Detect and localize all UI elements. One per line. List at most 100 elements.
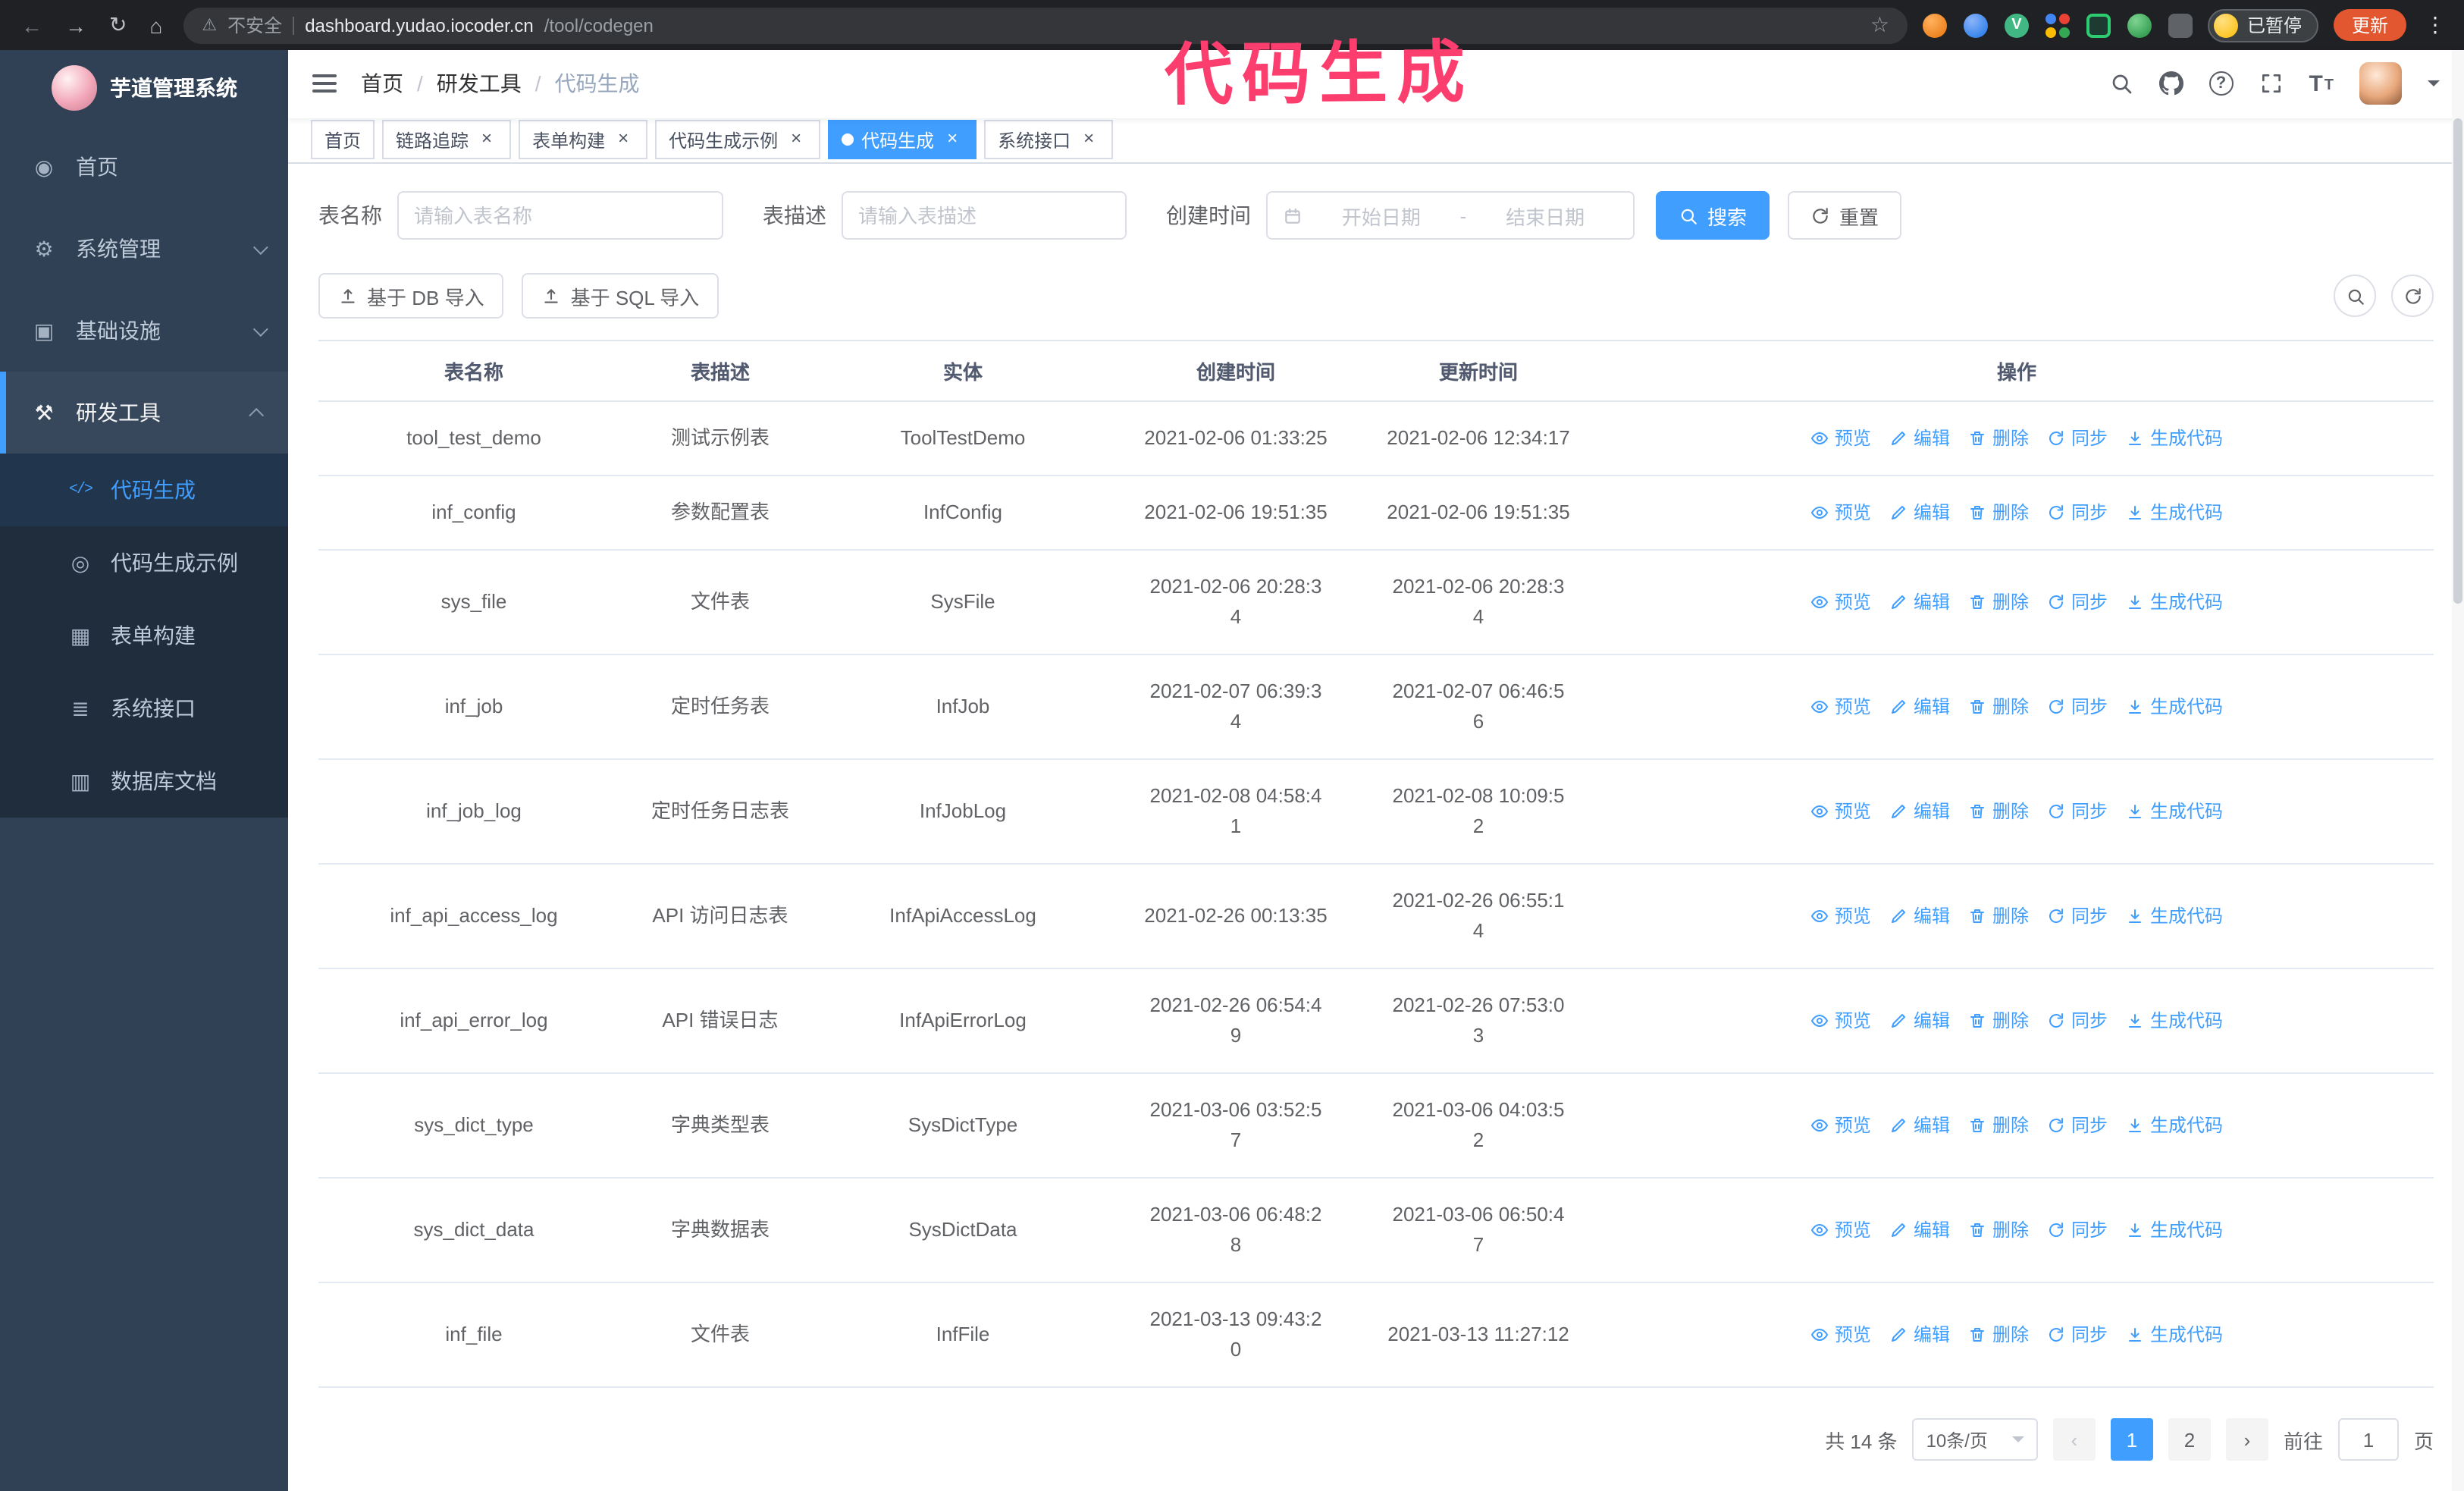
preview-link[interactable]: 预览	[1810, 796, 1871, 827]
sidebar-item-codegen[interactable]: </> 代码生成	[0, 454, 288, 526]
preview-link[interactable]: 预览	[1810, 423, 1871, 454]
generate-code-link[interactable]: 生成代码	[2126, 796, 2223, 827]
sidebar-item-dev-tools[interactable]: ⚒ 研发工具	[0, 372, 288, 454]
edit-link[interactable]: 编辑	[1889, 1110, 1950, 1141]
sidebar-item-infra[interactable]: ▣ 基础设施	[0, 290, 288, 372]
page-button-2[interactable]: 2	[2168, 1418, 2211, 1461]
tab-codegen-example[interactable]: 代码生成示例 ×	[655, 120, 821, 160]
sidebar-item-system-api[interactable]: ≣ 系统接口	[0, 672, 288, 745]
sync-link[interactable]: 同步	[2047, 498, 2108, 528]
prev-page-button[interactable]: ‹	[2052, 1418, 2096, 1461]
bookmark-star-icon[interactable]: ☆	[1870, 12, 1889, 38]
toggle-search-button[interactable]	[2334, 275, 2376, 317]
people-extension-icon[interactable]	[2045, 13, 2070, 37]
edit-link[interactable]: 编辑	[1889, 587, 1950, 617]
search-button[interactable]: 搜索	[1656, 191, 1770, 240]
generate-code-link[interactable]: 生成代码	[2126, 692, 2223, 722]
delete-link[interactable]: 删除	[1968, 1215, 2029, 1245]
edit-link[interactable]: 编辑	[1889, 1006, 1950, 1036]
generate-code-link[interactable]: 生成代码	[2126, 1215, 2223, 1245]
scrollbar-track[interactable]	[2452, 50, 2464, 1491]
delete-link[interactable]: 删除	[1968, 423, 2029, 454]
generate-code-link[interactable]: 生成代码	[2126, 423, 2223, 454]
edit-link[interactable]: 编辑	[1889, 901, 1950, 931]
search-icon[interactable]	[2108, 72, 2133, 96]
goto-page-input[interactable]	[2337, 1418, 2399, 1461]
preview-link[interactable]: 预览	[1810, 901, 1871, 931]
scrollbar-thumb[interactable]	[2453, 118, 2462, 604]
close-icon[interactable]: ×	[613, 130, 634, 151]
delete-link[interactable]: 删除	[1968, 1320, 2029, 1350]
forward-button[interactable]: →	[65, 13, 86, 37]
sidebar-item-db-doc[interactable]: ▥ 数据库文档	[0, 745, 288, 818]
reset-button[interactable]: 重置	[1788, 191, 1902, 240]
sync-link[interactable]: 同步	[2047, 796, 2108, 827]
fullscreen-icon[interactable]	[2259, 72, 2283, 96]
sync-link[interactable]: 同步	[2047, 692, 2108, 722]
close-icon[interactable]: ×	[942, 130, 963, 151]
puzzle-extensions-icon[interactable]	[2168, 13, 2193, 37]
delete-link[interactable]: 删除	[1968, 587, 2029, 617]
leaf-extension-icon[interactable]	[2127, 13, 2152, 37]
generate-code-link[interactable]: 生成代码	[2126, 1110, 2223, 1141]
user-avatar[interactable]	[2359, 62, 2402, 105]
edit-link[interactable]: 编辑	[1889, 1320, 1950, 1350]
vue-devtools-extension-icon[interactable]: V	[2004, 13, 2029, 37]
edit-link[interactable]: 编辑	[1889, 796, 1950, 827]
edit-link[interactable]: 编辑	[1889, 423, 1950, 454]
screenshot-extension-icon[interactable]	[2086, 13, 2111, 37]
sync-link[interactable]: 同步	[2047, 1110, 2108, 1141]
close-icon[interactable]: ×	[785, 130, 807, 151]
preview-link[interactable]: 预览	[1810, 498, 1871, 528]
font-size-icon[interactable]: TT	[2309, 73, 2334, 96]
table-name-input[interactable]	[397, 191, 723, 240]
drop-extension-icon[interactable]	[1963, 13, 1988, 37]
import-sql-button[interactable]: 基于 SQL 导入	[522, 273, 719, 319]
edit-link[interactable]: 编辑	[1889, 692, 1950, 722]
table-desc-input[interactable]	[842, 191, 1127, 240]
hamburger-menu-icon[interactable]	[312, 71, 337, 98]
edit-link[interactable]: 编辑	[1889, 1215, 1950, 1245]
preview-link[interactable]: 预览	[1810, 1215, 1871, 1245]
url-bar[interactable]: ⚠ 不安全 dashboard.yudao.iocoder.cn/tool/co…	[183, 7, 1908, 43]
generate-code-link[interactable]: 生成代码	[2126, 1320, 2223, 1350]
sync-link[interactable]: 同步	[2047, 587, 2108, 617]
edit-link[interactable]: 编辑	[1889, 498, 1950, 528]
breadcrumb-home[interactable]: 首页	[361, 69, 403, 99]
preview-link[interactable]: 预览	[1810, 587, 1871, 617]
tab-system-api[interactable]: 系统接口 ×	[984, 120, 1114, 160]
home-button[interactable]: ⌂	[149, 13, 162, 37]
page-button-1[interactable]: 1	[2110, 1418, 2153, 1461]
delete-link[interactable]: 删除	[1968, 692, 2029, 722]
help-icon[interactable]: ?	[2209, 71, 2234, 96]
preview-link[interactable]: 预览	[1810, 1006, 1871, 1036]
close-icon[interactable]: ×	[1078, 130, 1099, 151]
chevron-down-icon[interactable]	[2428, 80, 2440, 93]
refresh-table-button[interactable]	[2391, 275, 2434, 317]
generate-code-link[interactable]: 生成代码	[2126, 587, 2223, 617]
generate-code-link[interactable]: 生成代码	[2126, 1006, 2223, 1036]
sidebar-item-form-builder[interactable]: ▦ 表单构建	[0, 599, 288, 672]
sync-link[interactable]: 同步	[2047, 1320, 2108, 1350]
menu-kebab-icon[interactable]: ⋮	[2422, 12, 2449, 38]
breadcrumb-dev-tools[interactable]: 研发工具	[437, 69, 522, 99]
preview-link[interactable]: 预览	[1810, 1110, 1871, 1141]
generate-code-link[interactable]: 生成代码	[2126, 498, 2223, 528]
sync-link[interactable]: 同步	[2047, 423, 2108, 454]
sidebar-item-home[interactable]: ◉ 首页	[0, 126, 288, 208]
tab-form-builder[interactable]: 表单构建 ×	[519, 120, 648, 160]
next-page-button[interactable]: ›	[2225, 1418, 2268, 1461]
delete-link[interactable]: 删除	[1968, 498, 2029, 528]
reload-button[interactable]: ↻	[109, 12, 127, 38]
fox-extension-icon[interactable]	[1922, 13, 1947, 37]
sidebar-item-codegen-example[interactable]: ◎ 代码生成示例	[0, 526, 288, 599]
tab-home[interactable]: 首页	[311, 120, 375, 160]
delete-link[interactable]: 删除	[1968, 1006, 2029, 1036]
preview-link[interactable]: 预览	[1810, 1320, 1871, 1350]
tab-tracing[interactable]: 链路追踪 ×	[382, 120, 512, 160]
page-size-select[interactable]: 10条/页	[1912, 1418, 2038, 1461]
close-icon[interactable]: ×	[476, 130, 497, 151]
sync-link[interactable]: 同步	[2047, 901, 2108, 931]
back-button[interactable]: ←	[21, 13, 42, 37]
import-db-button[interactable]: 基于 DB 导入	[318, 273, 504, 319]
